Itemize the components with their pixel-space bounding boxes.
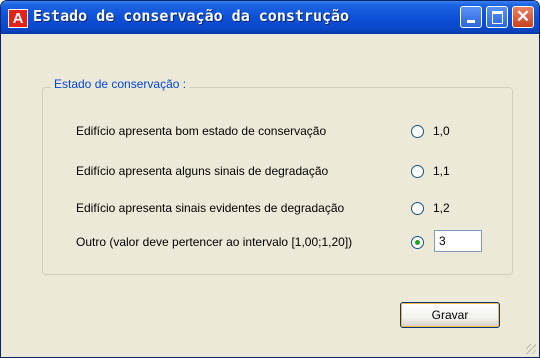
radio-evident-degradation[interactable]	[411, 202, 424, 215]
resize-grip-icon[interactable]	[526, 344, 536, 354]
option-label-good: Edifício apresenta bom estado de conserv…	[76, 124, 327, 138]
radio-value-good: 1,0	[433, 124, 450, 138]
radio-other[interactable]	[411, 236, 424, 249]
radio-value-some-degradation: 1,1	[433, 164, 450, 178]
option-label-other: Outro (valor deve pertencer ao intervalo…	[76, 235, 353, 249]
other-value-input[interactable]	[434, 230, 482, 252]
minimize-icon	[467, 20, 475, 23]
group-label: Estado de conservação :	[51, 77, 190, 91]
minimize-button[interactable]	[460, 6, 482, 28]
option-label-evident-degradation: Edifício apresenta sinais evidentes de d…	[76, 201, 345, 215]
window-title: Estado de conservação da construção	[33, 7, 350, 25]
maximize-button[interactable]	[486, 6, 508, 28]
close-button[interactable]: ✕	[512, 6, 534, 28]
maximize-icon	[492, 11, 503, 24]
option-label-some-degradation: Edifício apresenta alguns sinais de degr…	[76, 164, 329, 178]
radio-some-degradation[interactable]	[411, 165, 424, 178]
dialog-window: A Estado de conservação da construção ✕ …	[0, 0, 540, 358]
close-icon: ✕	[515, 7, 531, 26]
title-bar[interactable]: A Estado de conservação da construção ✕	[1, 1, 539, 34]
radio-value-evident-degradation: 1,2	[433, 201, 450, 215]
save-button[interactable]: Gravar	[400, 302, 500, 328]
radio-good[interactable]	[411, 125, 424, 138]
app-logo-icon: A	[8, 9, 28, 28]
